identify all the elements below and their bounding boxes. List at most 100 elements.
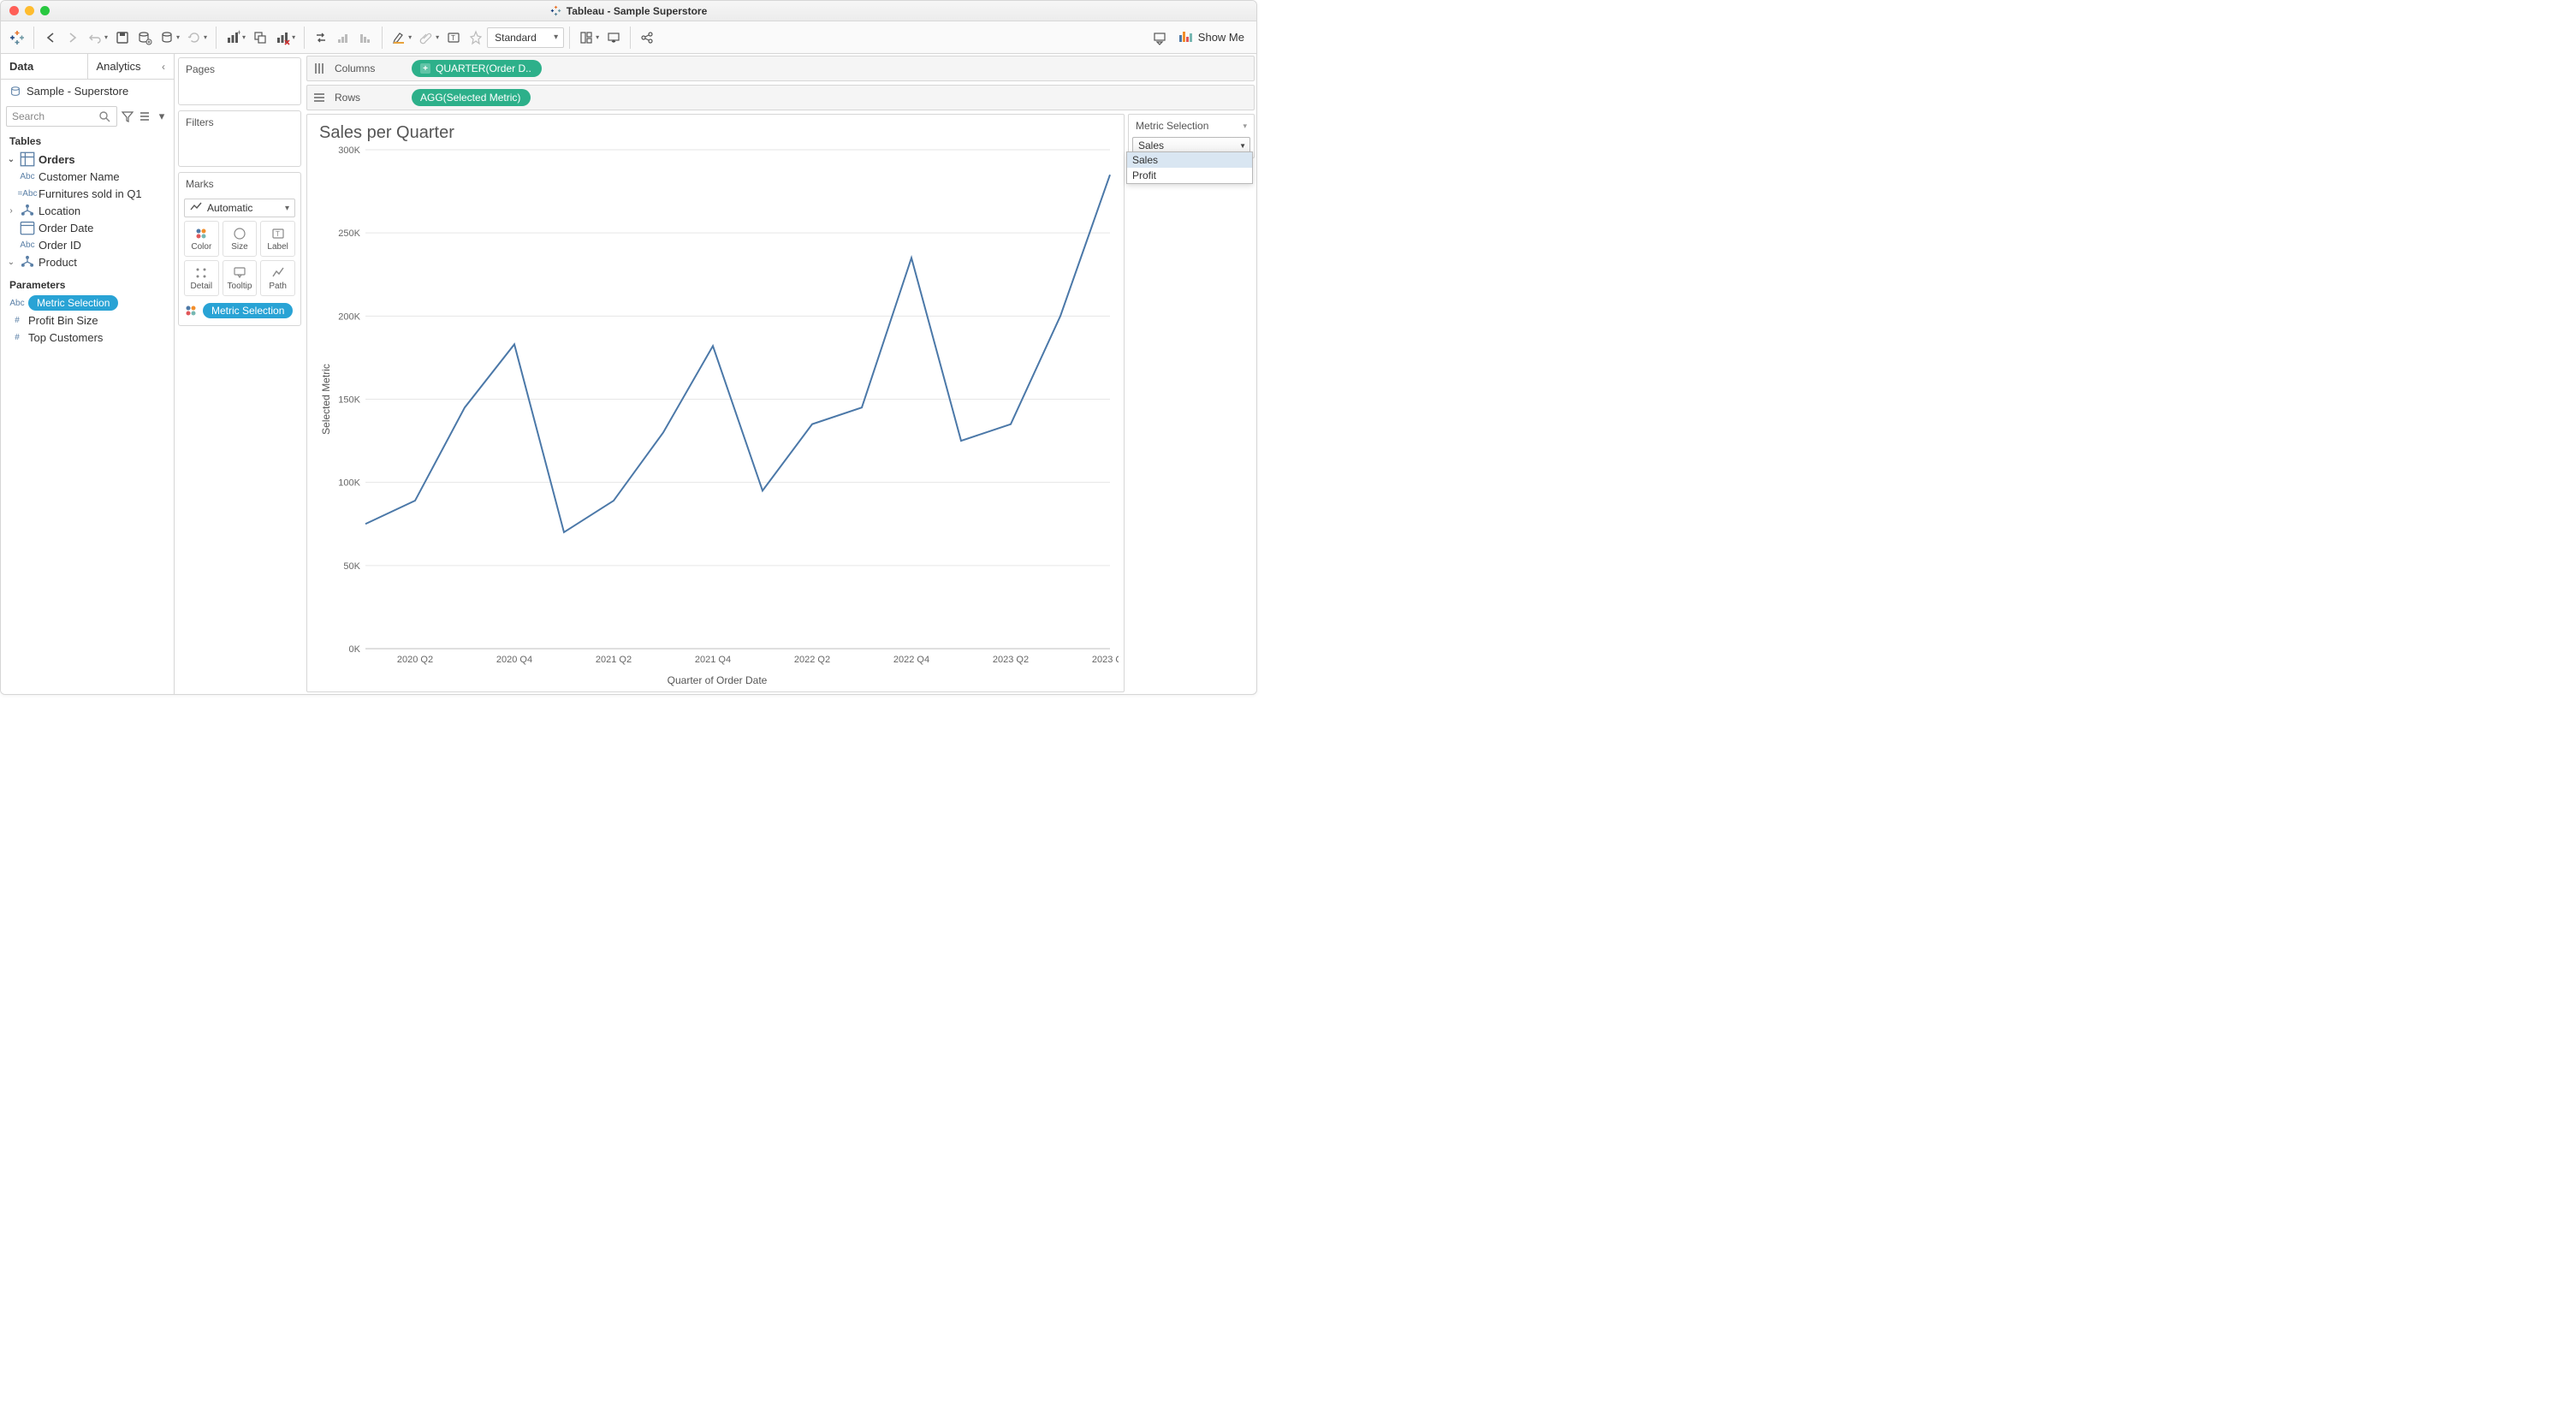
zoom-window-button[interactable]	[40, 6, 50, 15]
viz-wrap: Sales per Quarter 0K50K100K150K200K250K3…	[305, 112, 1256, 694]
svg-text:2020 Q4: 2020 Q4	[496, 655, 532, 665]
duplicate-button[interactable]	[249, 27, 271, 49]
tableau-home-button[interactable]	[6, 27, 28, 49]
x-axis-label: Quarter of Order Date	[316, 673, 1119, 691]
tables-header: Tables	[1, 130, 174, 151]
search-row: Search ▾	[1, 103, 174, 130]
marks-path[interactable]: Path	[260, 260, 295, 296]
new-datasource-button[interactable]	[134, 27, 156, 49]
autosave-button[interactable]: ▾	[156, 27, 183, 49]
save-button[interactable]	[111, 27, 134, 49]
show-cards-button[interactable]: ▾	[575, 27, 602, 49]
share-button[interactable]	[636, 27, 658, 49]
field-order-date[interactable]: Order Date	[1, 219, 174, 236]
redo-button[interactable]	[62, 27, 84, 49]
rows-pill-agg[interactable]: AGG(Selected Metric)	[412, 89, 531, 106]
presentation-button[interactable]	[602, 27, 625, 49]
tab-data[interactable]: Data	[1, 54, 88, 79]
marks-color-pill[interactable]: Metric Selection	[203, 303, 293, 318]
table-orders[interactable]: ⌄Orders	[1, 151, 174, 168]
data-panel: Data Analytics‹ Sample - Superstore Sear…	[1, 54, 175, 694]
field-customer-name[interactable]: AbcCustomer Name	[1, 168, 174, 185]
param-list: AbcMetric Selection #Profit Bin Size #To…	[1, 294, 174, 349]
clear-button[interactable]: ▾	[271, 27, 299, 49]
marks-pill-row: Metric Selection	[179, 300, 300, 325]
marks-size[interactable]: Size	[223, 221, 258, 257]
svg-text:200K: 200K	[338, 312, 360, 322]
parameter-card-header[interactable]: Metric Selection▾	[1129, 115, 1254, 137]
revert-button[interactable]: ▾	[84, 27, 111, 49]
svg-text:2020 Q2: 2020 Q2	[397, 655, 433, 665]
columns-pill-quarter[interactable]: +QUARTER(Order D..	[412, 60, 542, 77]
swap-button[interactable]	[310, 27, 332, 49]
sort-asc-button[interactable]	[332, 27, 354, 49]
fields-tree: ⌄Orders AbcCustomer Name =AbcFurnitures …	[1, 151, 174, 274]
side-tabs: Data Analytics‹	[1, 54, 174, 80]
marks-grid: Color Size TLabel Detail Tooltip Path	[179, 221, 300, 300]
field-location[interactable]: ›Location	[1, 202, 174, 219]
window-title: Tableau - Sample Superstore	[550, 5, 708, 17]
fit-dropdown[interactable]: Standard	[487, 27, 564, 48]
view-area: Columns +QUARTER(Order D.. Rows AGG(Sele…	[305, 54, 1256, 694]
field-order-id[interactable]: AbcOrder ID	[1, 236, 174, 253]
pages-shelf[interactable]: Pages	[178, 57, 301, 105]
show-me-icon	[1178, 28, 1193, 46]
filters-shelf[interactable]: Filters	[178, 110, 301, 167]
chevron-down-icon[interactable]: ▾	[1243, 122, 1247, 131]
svg-text:150K: 150K	[338, 395, 360, 406]
param-option-sales[interactable]: Sales	[1127, 152, 1252, 168]
hash-icon: #	[9, 314, 25, 326]
line-chart: 0K50K100K150K200K250K300K2020 Q22020 Q42…	[316, 145, 1119, 673]
sort-desc-button[interactable]	[354, 27, 377, 49]
pin-button[interactable]	[465, 27, 487, 49]
viz-title[interactable]: Sales per Quarter	[319, 123, 1119, 143]
svg-text:2022 Q4: 2022 Q4	[893, 655, 929, 665]
attach-button[interactable]: ▾	[415, 27, 442, 49]
param-profit-bin-size[interactable]: #Profit Bin Size	[1, 312, 174, 329]
refresh-button[interactable]: ▾	[183, 27, 211, 49]
marks-color[interactable]: Color	[184, 221, 219, 257]
parameters-header: Parameters	[1, 274, 174, 294]
guide-button[interactable]	[1149, 27, 1171, 49]
chart-area[interactable]: 0K50K100K150K200K250K300K2020 Q22020 Q42…	[316, 145, 1119, 673]
marks-tooltip[interactable]: Tooltip	[223, 260, 258, 296]
filter-icon[interactable]	[121, 110, 134, 123]
view-list-icon[interactable]	[138, 110, 151, 123]
tableau-logo-icon	[550, 5, 561, 16]
svg-text:2023 Q2: 2023 Q2	[993, 655, 1029, 665]
search-input[interactable]: Search	[6, 106, 117, 127]
labels-button[interactable]: T	[442, 27, 465, 49]
field-furnitures-q1[interactable]: =AbcFurnitures sold in Q1	[1, 185, 174, 202]
highlight-button[interactable]: ▾	[388, 27, 415, 49]
date-icon	[20, 222, 35, 234]
shelves-column: Pages Filters Marks Automatic Color Size…	[175, 54, 305, 694]
marks-detail[interactable]: Detail	[184, 260, 219, 296]
tab-analytics[interactable]: Analytics‹	[88, 54, 175, 79]
param-option-profit[interactable]: Profit	[1127, 168, 1252, 183]
param-metric-selection[interactable]: AbcMetric Selection	[1, 294, 174, 312]
collapse-icon[interactable]: ‹	[162, 61, 165, 73]
expand-icon[interactable]: +	[420, 63, 430, 74]
svg-text:T: T	[276, 230, 280, 238]
parameter-dropdown-open: Sales Profit	[1126, 151, 1253, 184]
view-dropdown-icon[interactable]: ▾	[155, 110, 169, 123]
svg-text:2022 Q2: 2022 Q2	[794, 655, 830, 665]
datasource-item[interactable]: Sample - Superstore	[1, 80, 174, 103]
close-window-button[interactable]	[9, 6, 19, 15]
marks-label[interactable]: TLabel	[260, 221, 295, 257]
new-worksheet-button[interactable]: +▾	[222, 27, 249, 49]
show-me-button[interactable]: Show Me	[1171, 28, 1251, 46]
svg-text:2021 Q2: 2021 Q2	[596, 655, 632, 665]
columns-shelf[interactable]: Columns +QUARTER(Order D..	[306, 56, 1255, 81]
param-top-customers[interactable]: #Top Customers	[1, 329, 174, 346]
svg-text:T: T	[451, 34, 455, 42]
main-body: Data Analytics‹ Sample - Superstore Sear…	[1, 54, 1256, 694]
undo-button[interactable]	[39, 27, 62, 49]
svg-text:+: +	[237, 30, 240, 37]
field-product[interactable]: ⌄Product	[1, 253, 174, 270]
abc-icon: Abc	[20, 239, 35, 251]
rows-shelf[interactable]: Rows AGG(Selected Metric)	[306, 85, 1255, 110]
mark-type-dropdown[interactable]: Automatic	[184, 199, 295, 217]
minimize-window-button[interactable]	[25, 6, 34, 15]
worksheet-view: Sales per Quarter 0K50K100K150K200K250K3…	[306, 114, 1125, 692]
